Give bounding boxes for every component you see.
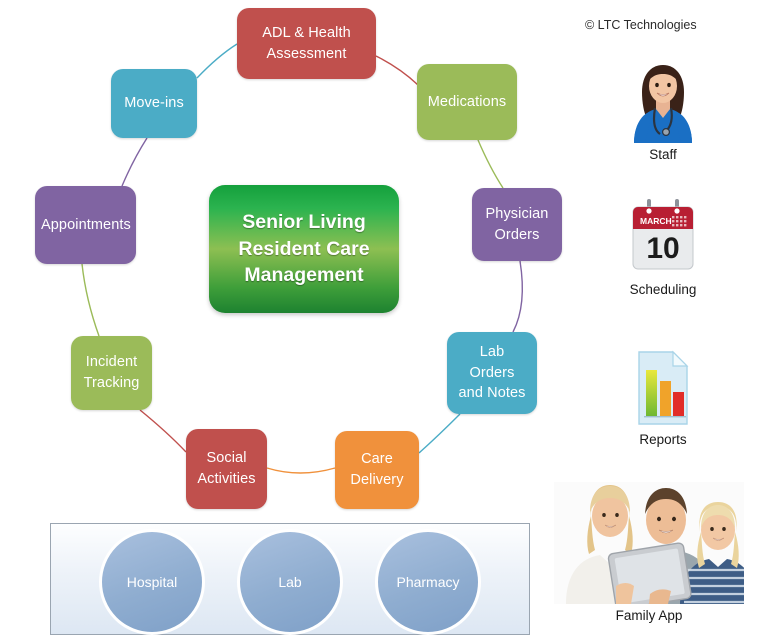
rail-item-family-app[interactable]: Family App [536, 482, 762, 623]
hub-node-senior-living-resident-care-management[interactable]: Senior Living Resident Care Management [209, 185, 399, 313]
copyright-notice: © LTC Technologies [585, 18, 697, 32]
node-appointments[interactable]: Appointments [35, 186, 136, 264]
rail-item-reports[interactable]: Reports [578, 348, 748, 447]
node-physician-line-2: Orders [494, 226, 540, 243]
node-incident-line-2: Tracking [83, 375, 140, 391]
hub-line-2: Resident Care [238, 237, 370, 260]
connector-adl-medications [375, 55, 419, 86]
svg-text:MARCH: MARCH [640, 216, 672, 226]
partner-circle-hospital[interactable]: Hospital [99, 529, 205, 635]
node-incident-line-1: Incident [85, 354, 138, 371]
rail-item-staff[interactable]: Staff [578, 58, 748, 162]
rail-caption-family-app: Family App [615, 608, 683, 623]
nurse-photo [634, 65, 692, 143]
hub-line-3: Management [244, 264, 364, 287]
family-tablet-photo [554, 482, 744, 604]
node-care-line-2: Delivery [350, 472, 404, 488]
diagram-canvas: Senior Living Resident Care Management A… [0, 0, 762, 644]
node-lab-line-2: Orders [469, 364, 515, 381]
partner-circle-lab[interactable]: Lab [237, 529, 343, 635]
node-lab-line-1: Lab [479, 344, 505, 361]
node-care-delivery[interactable]: Care Delivery [335, 431, 419, 509]
calendar-icon: MARCH 10 [632, 199, 694, 270]
connector-social-incident [139, 409, 187, 453]
node-adl-line-1: ADL & Health [262, 24, 351, 41]
connector-medications-physician [477, 139, 504, 189]
connector-lab-care [418, 413, 461, 454]
node-lab-line-3: and Notes [458, 385, 526, 402]
rail-caption-reports: Reports [639, 432, 687, 447]
rail-caption-scheduling: Scheduling [629, 282, 697, 297]
partner-label-pharmacy: Pharmacy [396, 574, 460, 590]
bar-chart-document-icon [638, 350, 689, 425]
connector-physician-lab [512, 260, 524, 333]
connector-appointments-move-ins [121, 137, 148, 187]
connector-move-ins-adl [196, 43, 238, 79]
node-move-ins-label: Move-ins [124, 95, 184, 112]
rail-caption-staff: Staff [649, 147, 677, 162]
node-appointments-label: Appointments [41, 216, 131, 233]
partner-label-lab: Lab [278, 574, 302, 590]
partner-circle-pharmacy[interactable]: Pharmacy [375, 529, 481, 635]
node-medications[interactable]: Medications [417, 64, 517, 140]
node-social-line-1: Social [206, 450, 247, 467]
node-physician-orders[interactable]: Physician Orders [472, 188, 562, 261]
partner-label-hospital: Hospital [126, 574, 178, 590]
partner-panel: Hospital Lab Pharmacy [50, 523, 530, 635]
node-social-activities[interactable]: Social Activities [186, 429, 267, 509]
node-lab-orders-and-notes[interactable]: Lab Orders and Notes [447, 332, 537, 414]
connector-care-social [266, 467, 336, 474]
node-social-line-2: Activities [197, 471, 256, 487]
node-medications-label: Medications [427, 93, 507, 110]
rail-item-scheduling[interactable]: MARCH 10 Scheduling [578, 196, 748, 297]
node-adl-line-2: Assessment [266, 45, 347, 62]
node-incident-tracking[interactable]: Incident Tracking [71, 336, 152, 410]
node-care-line-1: Care [361, 451, 393, 468]
hub-line-1: Senior Living [242, 210, 366, 233]
node-move-ins[interactable]: Move-ins [111, 69, 197, 138]
node-adl-health-assessment[interactable]: ADL & Health Assessment [237, 8, 376, 79]
svg-text:10: 10 [646, 232, 679, 265]
connector-incident-appointments [81, 263, 100, 337]
node-physician-line-1: Physician [485, 205, 549, 222]
